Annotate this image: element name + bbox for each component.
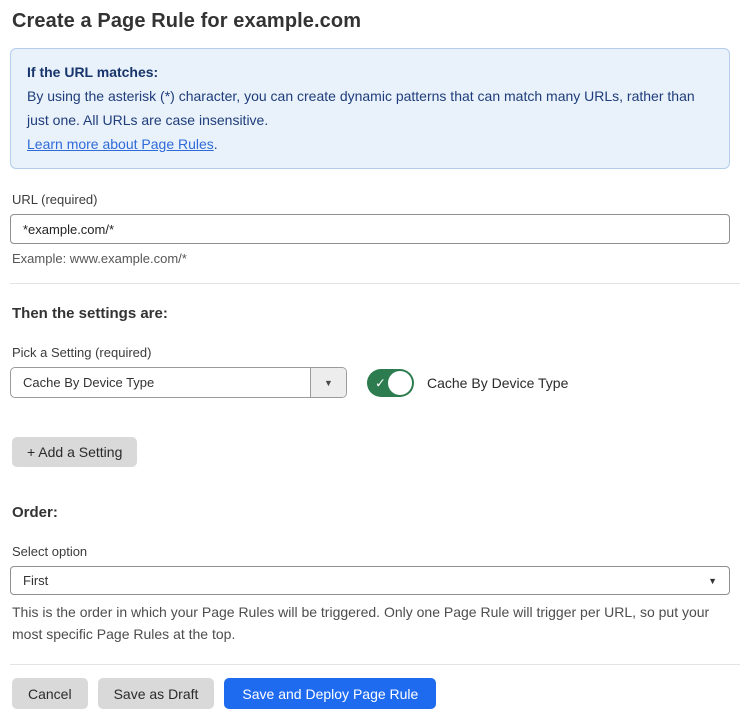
setting-row: Cache By Device Type ▼ ✓ Cache By Device… <box>10 367 740 398</box>
toggle-label: Cache By Device Type <box>427 375 568 391</box>
order-select-value: First <box>23 573 48 588</box>
url-match-info-box: If the URL matches: By using the asteris… <box>10 48 730 169</box>
setting-dropdown-value: Cache By Device Type <box>11 368 310 397</box>
section-divider <box>10 283 740 284</box>
toggle-knob <box>388 371 412 395</box>
url-example-hint: Example: www.example.com/* <box>12 251 740 266</box>
info-box-heading: If the URL matches: <box>27 60 713 84</box>
url-field-label: URL (required) <box>12 192 740 207</box>
url-input[interactable] <box>10 214 730 244</box>
pick-setting-label: Pick a Setting (required) <box>12 345 740 360</box>
page-title: Create a Page Rule for example.com <box>12 10 740 33</box>
order-help-text: This is the order in which your Page Rul… <box>12 601 740 645</box>
info-link-line: Learn more about Page Rules. <box>27 132 713 156</box>
setting-toggle-group: ✓ Cache By Device Type <box>367 369 568 397</box>
info-box-body: By using the asterisk (*) character, you… <box>27 84 713 132</box>
save-as-draft-button[interactable]: Save as Draft <box>98 678 215 709</box>
dropdown-arrow-button[interactable]: ▼ <box>310 368 346 397</box>
settings-section-heading: Then the settings are: <box>12 305 740 322</box>
order-select[interactable]: First ▼ <box>10 566 730 595</box>
order-section-heading: Order: <box>12 504 740 521</box>
check-icon: ✓ <box>375 376 386 389</box>
cache-by-device-type-toggle[interactable]: ✓ <box>367 369 414 397</box>
create-page-rule-form: Create a Page Rule for example.com If th… <box>0 0 750 709</box>
chevron-down-icon: ▼ <box>324 378 333 388</box>
footer-actions: Cancel Save as Draft Save and Deploy Pag… <box>12 678 740 709</box>
link-period: . <box>214 136 218 152</box>
setting-dropdown[interactable]: Cache By Device Type ▼ <box>10 367 347 398</box>
select-option-label: Select option <box>12 544 740 559</box>
cancel-button[interactable]: Cancel <box>12 678 88 709</box>
add-setting-button[interactable]: + Add a Setting <box>12 437 137 467</box>
caret-down-icon: ▼ <box>708 576 717 586</box>
footer-divider <box>10 664 740 665</box>
learn-more-link[interactable]: Learn more about Page Rules <box>27 136 214 152</box>
save-and-deploy-button[interactable]: Save and Deploy Page Rule <box>224 678 436 709</box>
